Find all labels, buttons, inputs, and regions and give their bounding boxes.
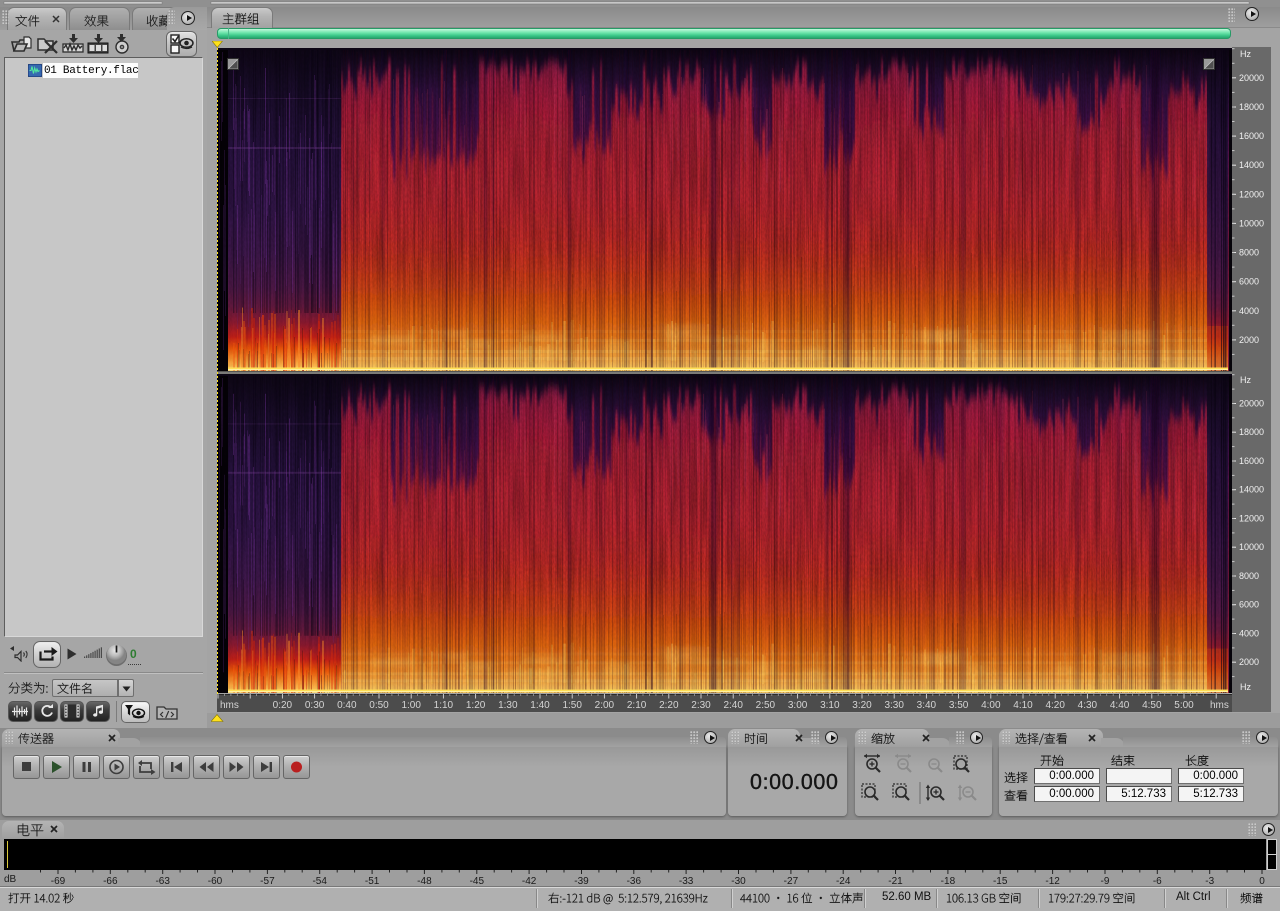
svg-text:4000: 4000	[1239, 306, 1259, 316]
svg-text:1:30: 1:30	[498, 700, 518, 711]
svg-text:2:30: 2:30	[691, 700, 711, 711]
svg-text:-54: -54	[312, 876, 327, 886]
svg-text:4:40: 4:40	[1110, 700, 1130, 711]
svg-text:Hz: Hz	[1240, 375, 1251, 385]
svg-text:2:40: 2:40	[723, 700, 743, 711]
svg-text:-9: -9	[1101, 876, 1110, 886]
svg-text:3:50: 3:50	[949, 700, 969, 711]
svg-text:dB: dB	[4, 874, 17, 885]
svg-text:3:20: 3:20	[852, 700, 872, 711]
svg-text:-39: -39	[574, 876, 589, 886]
svg-text:-36: -36	[627, 876, 642, 886]
svg-text:1:50: 1:50	[562, 700, 582, 711]
svg-text:-33: -33	[679, 876, 694, 886]
svg-text:8000: 8000	[1239, 248, 1259, 258]
svg-text:2:20: 2:20	[659, 700, 679, 711]
svg-text:6000: 6000	[1239, 600, 1259, 610]
svg-text:-30: -30	[731, 876, 746, 886]
svg-text:-15: -15	[993, 876, 1008, 886]
svg-text:12000: 12000	[1239, 514, 1264, 524]
svg-text:-45: -45	[470, 876, 485, 886]
svg-text:-60: -60	[208, 876, 223, 886]
svg-text:-69: -69	[51, 876, 66, 886]
svg-text:4000: 4000	[1239, 629, 1259, 639]
svg-text:0:40: 0:40	[337, 700, 357, 711]
svg-text:5:00: 5:00	[1174, 700, 1194, 711]
svg-text:4:50: 4:50	[1142, 700, 1162, 711]
svg-text:-21: -21	[888, 876, 903, 886]
svg-text:2:50: 2:50	[756, 700, 776, 711]
svg-text:20000: 20000	[1239, 399, 1264, 409]
svg-text:Hz: Hz	[1240, 682, 1251, 692]
svg-text:-63: -63	[155, 876, 170, 886]
svg-text:4:30: 4:30	[1078, 700, 1098, 711]
svg-text:-57: -57	[260, 876, 275, 886]
svg-text:-6: -6	[1153, 876, 1162, 886]
svg-text:3:00: 3:00	[788, 700, 808, 711]
svg-text:1:40: 1:40	[530, 700, 550, 711]
svg-text:6000: 6000	[1239, 277, 1259, 287]
svg-text:4:10: 4:10	[1013, 700, 1033, 711]
svg-text:20000: 20000	[1239, 73, 1264, 83]
svg-text:16000: 16000	[1239, 131, 1264, 141]
svg-text:16000: 16000	[1239, 456, 1264, 466]
svg-text:4:20: 4:20	[1045, 700, 1065, 711]
svg-text:hms: hms	[1210, 700, 1229, 711]
svg-text:0: 0	[1259, 876, 1265, 886]
svg-text:18000: 18000	[1239, 102, 1264, 112]
svg-text:-3: -3	[1205, 876, 1214, 886]
svg-text:3:30: 3:30	[884, 700, 904, 711]
svg-text:0:50: 0:50	[369, 700, 389, 711]
svg-text:2:10: 2:10	[627, 700, 647, 711]
svg-text:-27: -27	[784, 876, 799, 886]
svg-text:-18: -18	[941, 876, 956, 886]
svg-text:14000: 14000	[1239, 160, 1264, 170]
svg-text:-51: -51	[365, 876, 380, 886]
svg-text:3:40: 3:40	[917, 700, 937, 711]
svg-text:-48: -48	[417, 876, 432, 886]
svg-text:10000: 10000	[1239, 218, 1264, 228]
svg-text:3:10: 3:10	[820, 700, 840, 711]
svg-text:12000: 12000	[1239, 189, 1264, 199]
svg-text:1:20: 1:20	[466, 700, 486, 711]
svg-text:8000: 8000	[1239, 571, 1259, 581]
svg-text:18000: 18000	[1239, 427, 1264, 437]
svg-text:2000: 2000	[1239, 657, 1259, 667]
svg-text:2000: 2000	[1239, 335, 1259, 345]
svg-text:Hz: Hz	[1240, 49, 1251, 59]
svg-text:10000: 10000	[1239, 542, 1264, 552]
svg-text:1:10: 1:10	[434, 700, 454, 711]
svg-text:2:00: 2:00	[595, 700, 615, 711]
svg-text:0:20: 0:20	[273, 700, 293, 711]
svg-text:-42: -42	[522, 876, 537, 886]
svg-text:4:00: 4:00	[981, 700, 1001, 711]
svg-text:-24: -24	[836, 876, 851, 886]
svg-text:-66: -66	[103, 876, 118, 886]
svg-text:14000: 14000	[1239, 485, 1264, 495]
svg-text:1:00: 1:00	[401, 700, 421, 711]
svg-text:hms: hms	[220, 700, 239, 711]
svg-text:-12: -12	[1045, 876, 1060, 886]
svg-text:0:30: 0:30	[305, 700, 325, 711]
